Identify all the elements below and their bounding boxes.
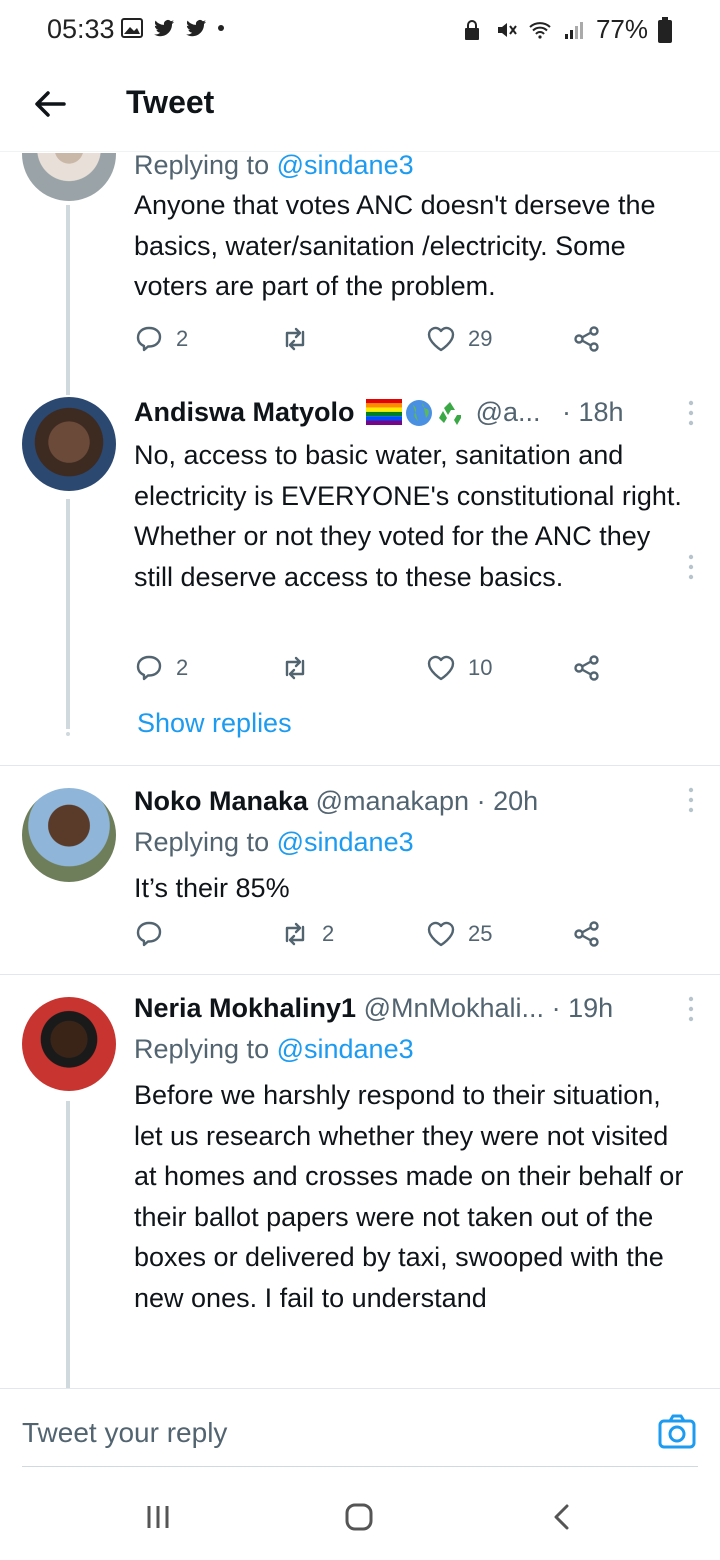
reply-button[interactable]: 2: [134, 324, 188, 354]
comment-icon: [136, 921, 162, 947]
share-icon: [574, 655, 599, 681]
reply-count: 2: [176, 655, 189, 680]
avatar[interactable]: [22, 397, 116, 491]
show-replies-link[interactable]: Show replies: [137, 708, 292, 739]
reply-input[interactable]: Tweet your reply: [22, 1417, 227, 1449]
status-time: 05:33: [47, 14, 115, 44]
tweet-text: Before we harshly respond to their situa…: [134, 1080, 684, 1313]
tweet[interactable]: Noko Manaka @manakapn · 20h Replying to …: [0, 766, 720, 974]
tweet-text: Anyone that votes ANC doesn't derseve th…: [134, 190, 656, 301]
heart-icon: [427, 921, 455, 947]
rainbow-flag-icon: [366, 399, 403, 425]
reply-underline: [22, 1466, 698, 1467]
tweet-time: · 18h: [562, 397, 624, 427]
tweet-actions: 2 10: [134, 653, 614, 693]
battery-level: 77%: [595, 14, 648, 44]
thread-line: [66, 1101, 70, 1388]
tweet[interactable]: Neria Mokhaliny1 @MnMokhali... · 19h Rep…: [0, 975, 720, 1388]
user-handle[interactable]: @MnMokhali...: [364, 993, 544, 1023]
share-icon: [574, 921, 599, 947]
avatar[interactable]: [22, 997, 116, 1091]
mention-link[interactable]: @sindane3: [277, 827, 414, 857]
share-button[interactable]: [572, 919, 602, 949]
recent-apps-icon[interactable]: [143, 1502, 173, 1532]
thread-line: [66, 205, 70, 395]
avatar[interactable]: [22, 153, 116, 201]
gallery-icon: [121, 18, 143, 38]
more-options-icon[interactable]: [686, 553, 696, 581]
dot-icon: [218, 25, 224, 31]
page-title: Tweet: [126, 84, 215, 120]
retweet-icon: [285, 656, 305, 680]
twitter-icon: [154, 20, 174, 37]
like-button[interactable]: 29: [426, 324, 492, 354]
replying-to: Replying to @sindane3: [134, 827, 414, 857]
home-icon[interactable]: [344, 1502, 374, 1532]
heart-icon: [427, 655, 455, 681]
display-name[interactable]: Neria Mokhaliny1: [134, 993, 356, 1023]
retweet-button[interactable]: [280, 653, 322, 683]
heart-icon: [427, 326, 455, 352]
display-name[interactable]: Andiswa Matyolo: [134, 397, 355, 427]
reply-count: 2: [176, 326, 189, 351]
mention-link[interactable]: @sindane3: [277, 153, 414, 180]
user-handle[interactable]: @a...: [476, 397, 541, 427]
tweet-text: It’s their 85%: [134, 873, 290, 903]
camera-icon[interactable]: [658, 1413, 696, 1451]
share-button[interactable]: [572, 324, 602, 354]
retweet-icon: [285, 327, 305, 351]
tweet-time: · 19h: [551, 993, 614, 1023]
comment-icon: [136, 655, 162, 681]
replying-to: Replying to @sindane3: [134, 1034, 414, 1064]
user-handle[interactable]: @manakapn: [316, 786, 470, 816]
wifi-icon: [529, 21, 551, 39]
thread-line: [66, 499, 70, 729]
status-bar: 05:33 77%: [0, 0, 720, 60]
tweet-actions: 2 29: [134, 324, 614, 364]
more-options-icon[interactable]: [686, 995, 696, 1023]
reply-composer: Tweet your reply: [0, 1388, 720, 1468]
retweet-icon: [285, 922, 305, 946]
mention-link[interactable]: @sindane3: [277, 1034, 414, 1064]
battery-icon: [658, 16, 672, 43]
replying-to: Replying to @sindane3: [134, 153, 694, 185]
twitter-icon: [186, 20, 206, 37]
recycle-icon: [439, 402, 462, 425]
back-nav-icon[interactable]: [548, 1502, 578, 1532]
signal-icon: [564, 21, 583, 39]
like-button[interactable]: 10: [426, 653, 492, 683]
thread-continue-icon: [66, 714, 70, 736]
tweet-time: · 20h: [476, 786, 539, 816]
retweet-button[interactable]: 2: [280, 919, 334, 949]
display-name[interactable]: Noko Manaka: [134, 786, 308, 816]
mute-icon: [497, 22, 517, 37]
tweet-actions: 2 25: [134, 919, 614, 959]
like-count: 25: [468, 921, 493, 946]
like-button[interactable]: 25: [426, 919, 492, 949]
tweet[interactable]: Andiswa Matyolo @a... · 18h No, access t…: [0, 381, 720, 765]
emoji-flags: [366, 399, 464, 427]
globe-icon: [406, 400, 433, 426]
like-count: 29: [468, 326, 493, 351]
like-count: 10: [468, 655, 493, 680]
system-nav-bar: [0, 1468, 720, 1560]
more-options-icon[interactable]: [686, 399, 696, 427]
tweet[interactable]: Replying to @sindane3 Anyone that votes …: [0, 153, 720, 395]
comment-icon: [136, 326, 162, 352]
back-arrow-icon[interactable]: [30, 84, 70, 124]
retweet-button[interactable]: [280, 324, 322, 354]
avatar[interactable]: [22, 788, 116, 882]
tweet-text: No, access to basic water, sanitation an…: [134, 440, 682, 592]
app-header: Tweet: [0, 60, 720, 152]
reply-button[interactable]: [134, 919, 176, 949]
share-icon: [574, 326, 599, 352]
more-options-icon[interactable]: [686, 786, 696, 814]
reply-button[interactable]: 2: [134, 653, 188, 683]
reply-feed[interactable]: Replying to @sindane3 Anyone that votes …: [0, 153, 720, 1388]
share-button[interactable]: [572, 653, 602, 683]
lock-icon: [464, 19, 479, 40]
retweet-count: 2: [322, 921, 335, 946]
